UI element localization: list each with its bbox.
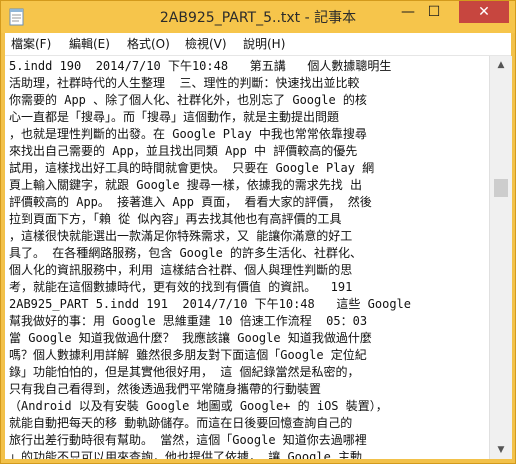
menu-bar: 檔案(F) 編輯(E) 格式(O) 檢視(V) 說明(H) xyxy=(5,33,511,56)
menu-format[interactable]: 格式(O) xyxy=(127,33,170,55)
title-bar[interactable]: 2AB925_PART_5..txt - 記事本 — ☐ ✕ xyxy=(1,1,515,33)
close-button[interactable]: ✕ xyxy=(459,1,509,23)
scroll-up-icon[interactable]: ▲ xyxy=(490,56,512,74)
document-text[interactable]: 5.indd 190 2014/7/10 下午10:48 第五講 個人數據聰明生… xyxy=(9,58,485,459)
text-editor-area[interactable]: 5.indd 190 2014/7/10 下午10:48 第五講 個人數據聰明生… xyxy=(5,56,489,459)
maximize-button[interactable]: ☐ xyxy=(421,1,447,23)
menu-edit[interactable]: 編輯(E) xyxy=(69,33,110,55)
scroll-down-icon[interactable]: ▼ xyxy=(490,441,512,459)
menu-view[interactable]: 檢視(V) xyxy=(185,33,227,55)
notepad-window: 2AB925_PART_5..txt - 記事本 — ☐ ✕ 檔案(F) 編輯(… xyxy=(0,0,516,464)
vertical-scrollbar[interactable]: ▲ ▼ xyxy=(489,56,512,459)
menu-file[interactable]: 檔案(F) xyxy=(11,33,51,55)
scroll-thumb[interactable] xyxy=(494,179,508,197)
menu-help[interactable]: 說明(H) xyxy=(243,33,285,55)
minimize-button[interactable]: — xyxy=(395,1,421,23)
